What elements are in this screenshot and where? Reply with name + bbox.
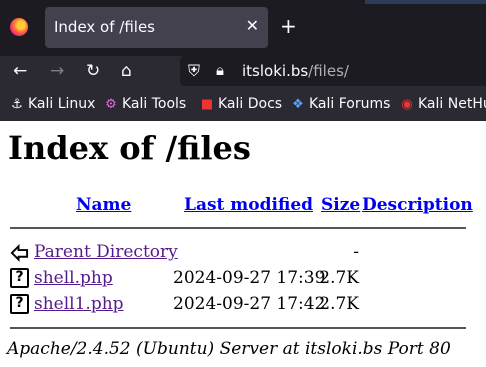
file-link[interactable]: shell1.php	[34, 294, 124, 314]
kali-forums-icon: ❖	[292, 97, 304, 112]
bookmark-label: Kali Tools	[122, 96, 187, 112]
unknown-file-icon: ?	[10, 268, 29, 288]
new-tab-button[interactable]: +	[280, 14, 297, 38]
column-name-link[interactable]: Name	[76, 195, 131, 215]
reload-icon[interactable]: ↻	[86, 61, 100, 81]
bookmark-kali-tools[interactable]: ⚙ Kali Tools	[104, 96, 186, 112]
firefox-icon[interactable]	[10, 18, 28, 36]
lock-icon[interactable]: 🔒︎	[216, 61, 224, 79]
close-icon[interactable]: ✕	[246, 16, 259, 35]
bookmark-kali-docs[interactable]: ■ Kali Docs	[200, 96, 282, 112]
home-icon[interactable]: ⌂	[121, 61, 132, 81]
tab-strip: Index of /files ✕ +	[0, 0, 486, 56]
back-icon[interactable]: ←	[13, 61, 27, 81]
bookmark-label: Kali Forums	[309, 96, 391, 112]
bookmarks-bar: ⚓ Kali Linux ⚙ Kali Tools ■ Kali Docs ❖ Kali…	[0, 90, 486, 121]
unknown-file-icon: ?	[10, 294, 29, 314]
kali-linux-icon: ⚓	[11, 97, 23, 112]
page-content: Index of /files Name Last modified Size …	[0, 121, 486, 367]
file-size: 2.7K	[319, 268, 359, 288]
forward-icon[interactable]: →	[50, 61, 64, 81]
url-text[interactable]: itsloki.bs/files/	[242, 62, 349, 80]
column-description-link[interactable]: Description	[362, 195, 473, 215]
url-bar[interactable]: ⛨ 🔒︎ itsloki.bs/files/	[180, 56, 486, 86]
kali-tools-icon: ⚙	[105, 97, 117, 112]
divider-top	[10, 227, 466, 229]
navigation-bar: ← → ↻ ⌂ ⛨ 🔒︎ itsloki.bs/files/	[0, 56, 486, 90]
kali-docs-icon: ■	[200, 97, 214, 112]
tab-active[interactable]: Index of /files ✕	[45, 7, 268, 48]
server-signature: Apache/2.4.52 (Ubuntu) Server at itsloki…	[7, 339, 451, 359]
url-host: itsloki.bs	[242, 62, 309, 80]
kali-nethunter-icon: ◉	[401, 97, 413, 112]
tab-title: Index of /files	[54, 18, 156, 36]
page-title: Index of /files	[8, 129, 251, 167]
bookmark-kali-forums[interactable]: ❖ Kali Forums	[291, 96, 390, 112]
divider-bottom	[10, 327, 466, 329]
bookmark-label: Kali Docs	[218, 96, 283, 112]
bookmark-kali-linux[interactable]: ⚓ Kali Linux	[10, 96, 95, 112]
back-arrow-icon	[10, 244, 29, 262]
bookmark-label: Kali NetHu	[418, 96, 486, 112]
bookmark-label: Kali Linux	[28, 96, 96, 112]
shield-icon[interactable]: ⛨	[188, 61, 200, 81]
file-size: 2.7K	[319, 294, 359, 314]
column-size-link[interactable]: Size	[321, 195, 360, 215]
list-item: ? shell.php 2024-09-27 17:39 2.7K	[10, 268, 359, 290]
list-item: Parent Directory -	[10, 242, 359, 264]
list-item: ? shell1.php 2024-09-27 17:42 2.7K	[10, 294, 359, 316]
bookmark-kali-nethunter[interactable]: ◉ Kali NetHu	[400, 96, 486, 112]
file-link[interactable]: shell.php	[34, 268, 113, 288]
window-decoration	[365, 0, 486, 4]
file-size: -	[353, 242, 359, 262]
parent-directory-link[interactable]: Parent Directory	[34, 242, 178, 262]
url-path: /files/	[308, 62, 349, 80]
column-last-modified-link[interactable]: Last modified	[184, 195, 313, 215]
